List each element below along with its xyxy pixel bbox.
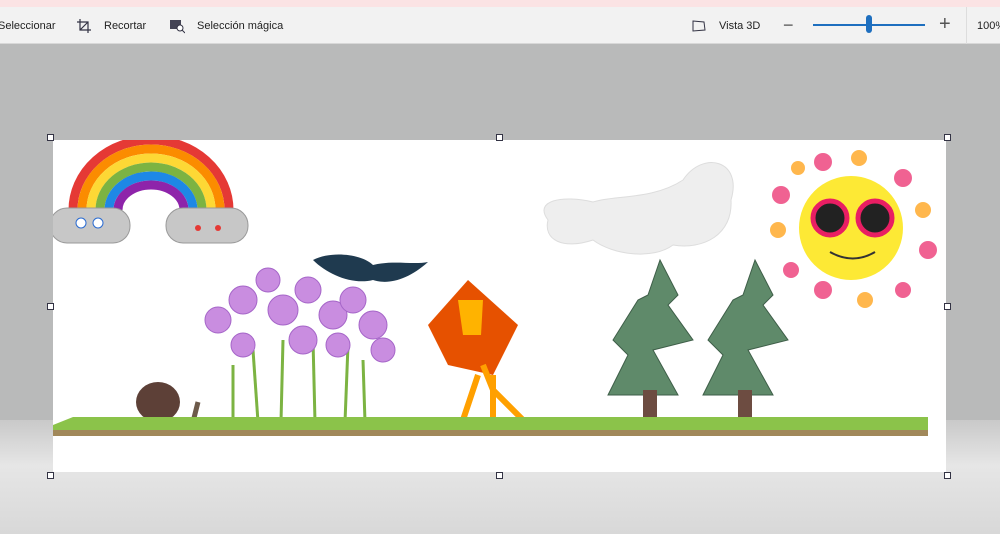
lion[interactable] [428,280,526,423]
view-3d-icon [692,19,706,32]
zoom-slider-thumb[interactable] [866,15,872,33]
sun[interactable] [770,150,937,308]
view-3d-button[interactable]: Vista 3D [691,7,760,44]
toolbar: Seleccionar Recortar Selección mágica Vi… [0,7,1000,44]
resize-handle-bottom-right[interactable] [944,472,951,479]
zoom-out-button[interactable]: − [783,15,794,36]
tree[interactable] [607,258,694,422]
magic-select-label: Selección mágica [197,19,284,32]
crop-label: Recortar [104,19,147,32]
scene [49,135,937,436]
rainbow[interactable] [49,135,249,244]
select-button[interactable]: Seleccionar [0,7,55,44]
tree[interactable] [702,258,789,422]
cloud[interactable] [543,162,734,255]
zoom-in-button[interactable]: + [939,13,951,36]
resize-handle-bottom[interactable] [496,472,503,479]
butterfly[interactable] [313,254,428,282]
crop-button[interactable]: Recortar [76,7,146,44]
snail[interactable] [135,382,201,425]
resize-handle-top[interactable] [496,134,503,141]
crop-icon [77,18,91,33]
magic-select-icon [170,19,185,33]
zoom-control: − + [783,7,963,44]
view-3d-label: Vista 3D [719,19,761,32]
resize-handle-right[interactable] [944,303,951,310]
resize-handle-top-left[interactable] [47,134,54,141]
resize-handle-left[interactable] [47,303,54,310]
resize-handle-top-right[interactable] [944,134,951,141]
flowers[interactable] [204,267,396,423]
grass-ground[interactable] [53,417,928,436]
magic-select-button[interactable]: Selección mágica [169,7,283,44]
title-strip [0,0,1000,7]
resize-handle-bottom-left[interactable] [47,472,54,479]
canvas[interactable] [49,135,946,472]
zoom-value[interactable]: 100% [966,7,1000,44]
select-label: Seleccionar [0,19,56,32]
